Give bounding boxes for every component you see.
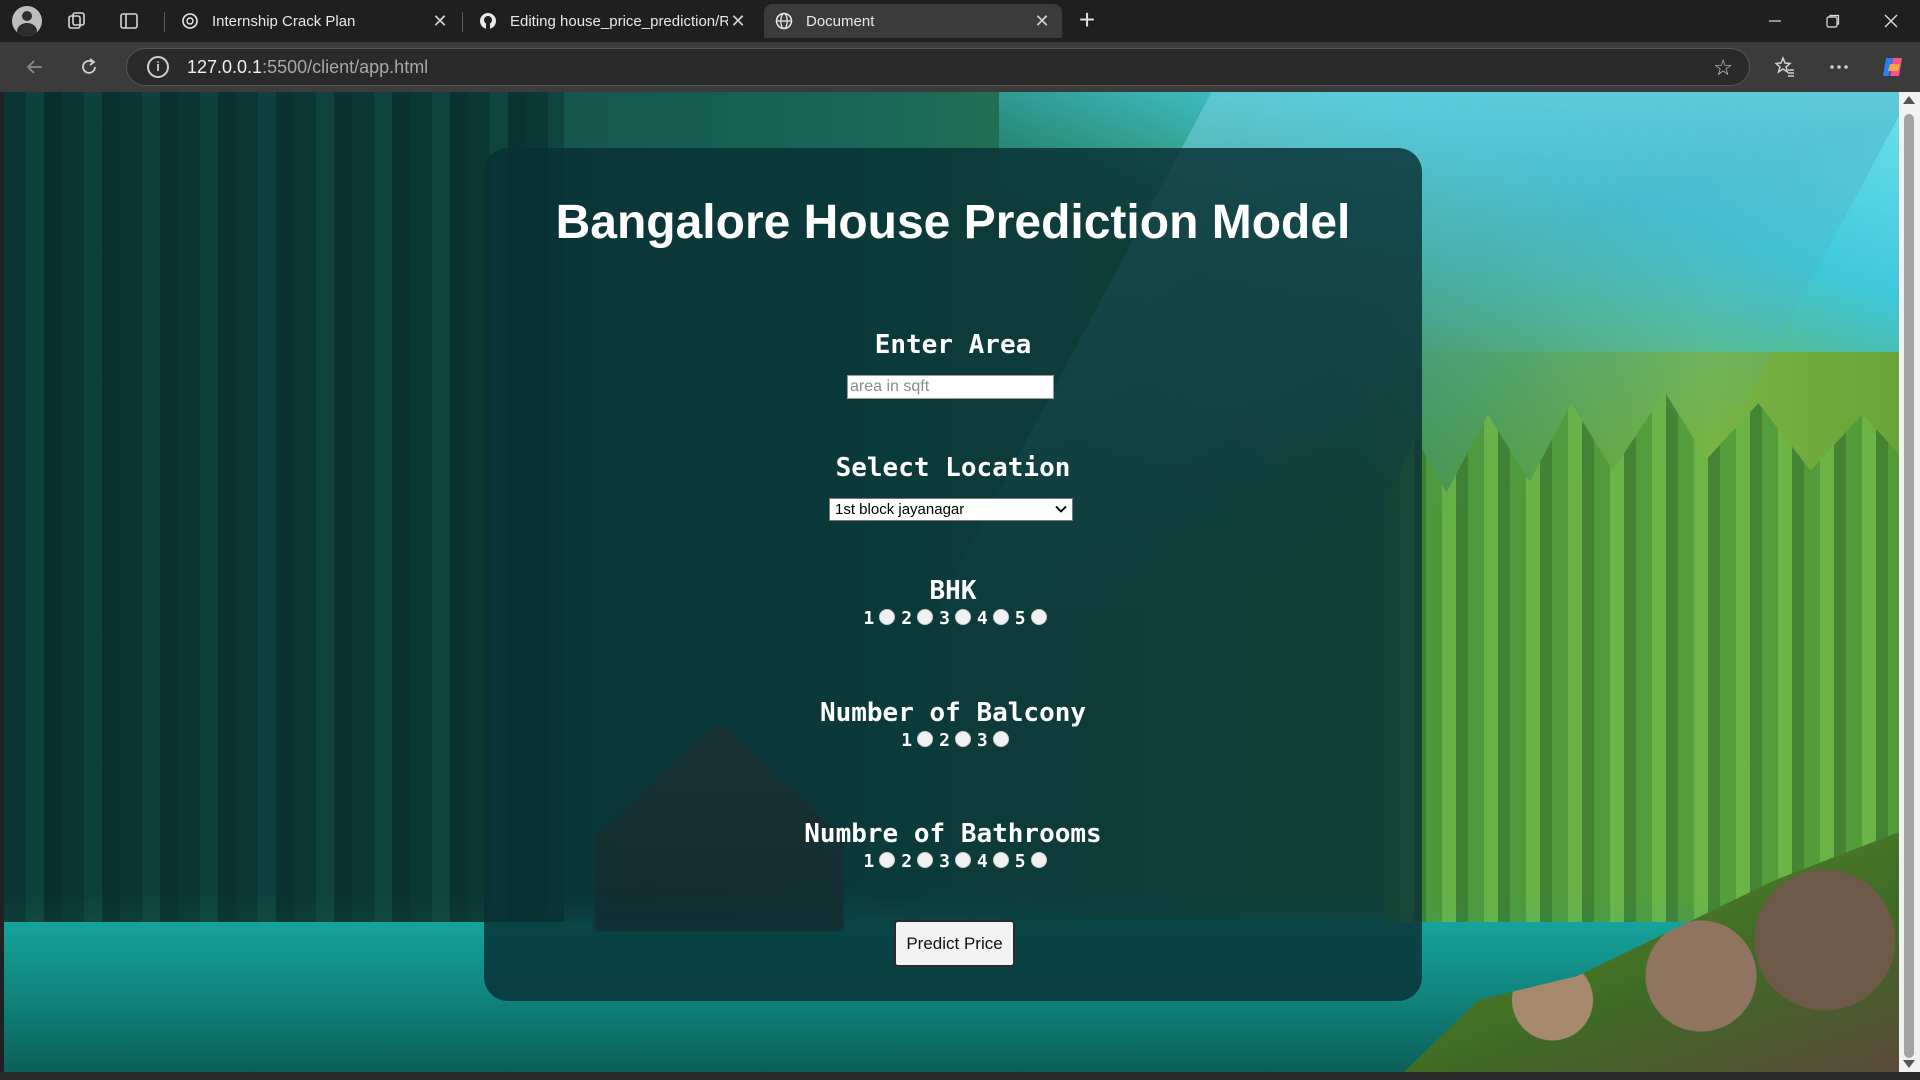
github-icon <box>478 11 498 31</box>
bathrooms-option: 3 <box>935 851 971 872</box>
workspaces-icon[interactable] <box>62 6 92 36</box>
user-icon <box>12 6 42 36</box>
scroll-up-arrow-icon[interactable] <box>1903 96 1915 104</box>
bhk-option: 3 <box>935 608 971 629</box>
bathrooms-radio[interactable] <box>917 851 934 868</box>
bhk-option: 5 <box>1011 608 1047 629</box>
bathrooms-radio[interactable] <box>954 851 971 868</box>
close-tab-icon[interactable]: ✕ <box>728 11 748 32</box>
bathrooms-label: Numbre of Bathrooms <box>804 819 1102 849</box>
tab-document[interactable]: Document ✕ <box>764 4 1062 38</box>
page-scrollbar[interactable] <box>1899 92 1920 1072</box>
tab-title: Document <box>806 12 875 30</box>
close-tab-icon[interactable]: ✕ <box>430 11 450 32</box>
close-window-button[interactable] <box>1863 0 1919 42</box>
tab-separator <box>462 12 463 32</box>
vertical-tabs-icon[interactable] <box>114 6 144 36</box>
profile-avatar[interactable] <box>12 6 42 36</box>
balcony-option: 1 <box>897 730 934 751</box>
location-selected-value: 1st block jayanagar <box>835 501 965 518</box>
location-label: Select Location <box>835 453 1071 483</box>
address-bar[interactable]: i 127.0.0.1:5500/client/app.html ☆ <box>126 48 1750 86</box>
bhk-option-label: 2 <box>901 608 913 629</box>
bhk-option-label: 3 <box>939 608 950 629</box>
bathrooms-option-label: 4 <box>976 851 988 872</box>
predict-price-button[interactable]: Predict Price <box>894 920 1015 967</box>
tab-editing-house-price-prediction[interactable]: Editing house_price_prediction/RE ✕ <box>468 4 758 38</box>
more-options-icon[interactable] <box>1822 50 1856 84</box>
balcony-radio[interactable] <box>954 730 971 747</box>
bathrooms-option-label: 1 <box>863 851 875 872</box>
bhk-option: 1 <box>859 608 896 629</box>
page-viewport: Bangalore House Prediction Model Enter A… <box>4 92 1899 1072</box>
bhk-radio[interactable] <box>879 608 896 625</box>
bookmark-star-icon[interactable]: ☆ <box>1713 55 1733 81</box>
scroll-thumb[interactable] <box>1904 114 1914 1058</box>
globe-icon <box>774 11 794 31</box>
page-title: Bangalore House Prediction Model <box>555 196 1351 249</box>
bhk-option-label: 1 <box>863 608 875 629</box>
bhk-radio[interactable] <box>992 608 1009 625</box>
tab-separator <box>164 12 165 32</box>
browser-toolbar: i 127.0.0.1:5500/client/app.html ☆ <box>0 42 1920 92</box>
site-info-icon[interactable]: i <box>147 56 169 78</box>
bathrooms-radio-group: 1 2 3 4 5 <box>484 851 1422 872</box>
bhk-option-label: 4 <box>976 608 988 629</box>
new-tab-button[interactable]: + <box>1072 6 1102 36</box>
bathrooms-option-label: 3 <box>939 851 950 872</box>
bathrooms-radio[interactable] <box>1030 851 1047 868</box>
bhk-radio[interactable] <box>917 608 934 625</box>
restore-button[interactable] <box>1805 0 1861 42</box>
window-bottom-edge <box>0 1072 1920 1080</box>
balcony-option: 3 <box>973 730 1009 751</box>
bathrooms-option-label: 2 <box>901 851 913 872</box>
tab-title: Internship Crack Plan <box>212 12 356 30</box>
bhk-radio[interactable] <box>1030 608 1047 625</box>
bhk-option-label: 5 <box>1014 608 1026 629</box>
close-tab-icon[interactable]: ✕ <box>1032 11 1052 32</box>
balcony-option-label: 2 <box>939 730 950 751</box>
bathrooms-radio[interactable] <box>992 851 1009 868</box>
area-input[interactable] <box>847 375 1054 399</box>
url-path: :5500/client/app.html <box>262 56 429 77</box>
balcony-radio-group: 1 2 3 <box>484 730 1422 751</box>
location-select[interactable]: 1st block jayanagar <box>829 498 1073 521</box>
bathrooms-option-label: 5 <box>1014 851 1026 872</box>
bhk-radio[interactable] <box>954 608 971 625</box>
bathrooms-radio[interactable] <box>879 851 896 868</box>
balcony-label: Number of Balcony <box>819 698 1087 728</box>
balcony-radio[interactable] <box>992 730 1009 747</box>
copilot-icon[interactable] <box>1876 50 1910 84</box>
bathrooms-option: 1 <box>859 851 896 872</box>
bhk-radio-group: 1 2 3 4 5 <box>484 608 1422 629</box>
balcony-option-label: 1 <box>901 730 913 751</box>
bhk-option: 4 <box>973 608 1009 629</box>
back-button[interactable] <box>18 50 52 84</box>
prediction-form-card: Bangalore House Prediction Model Enter A… <box>484 148 1422 1001</box>
favorites-icon[interactable] <box>1768 50 1802 84</box>
scroll-down-arrow-icon[interactable] <box>1903 1060 1915 1068</box>
bhk-label: BHK <box>929 576 977 606</box>
balcony-radio[interactable] <box>917 730 934 747</box>
openai-icon <box>180 11 200 31</box>
chevron-down-icon <box>1055 505 1067 513</box>
reload-button[interactable] <box>72 50 106 84</box>
bhk-option: 2 <box>897 608 934 629</box>
balcony-option-label: 3 <box>976 730 988 751</box>
url-host: 127.0.0.1 <box>187 56 263 77</box>
tab-title: Editing house_price_prediction/RE <box>510 12 728 30</box>
bathrooms-option: 4 <box>973 851 1009 872</box>
bathrooms-option: 5 <box>1011 851 1047 872</box>
bathrooms-option: 2 <box>897 851 934 872</box>
background-forest-left <box>4 92 564 952</box>
browser-tab-strip: Internship Crack Plan ✕ Editing house_pr… <box>0 0 1920 42</box>
balcony-option: 2 <box>935 730 971 751</box>
area-label: Enter Area <box>874 330 1032 360</box>
tab-internship-crack-plan[interactable]: Internship Crack Plan ✕ <box>170 4 460 38</box>
minimize-button[interactable] <box>1747 0 1803 42</box>
